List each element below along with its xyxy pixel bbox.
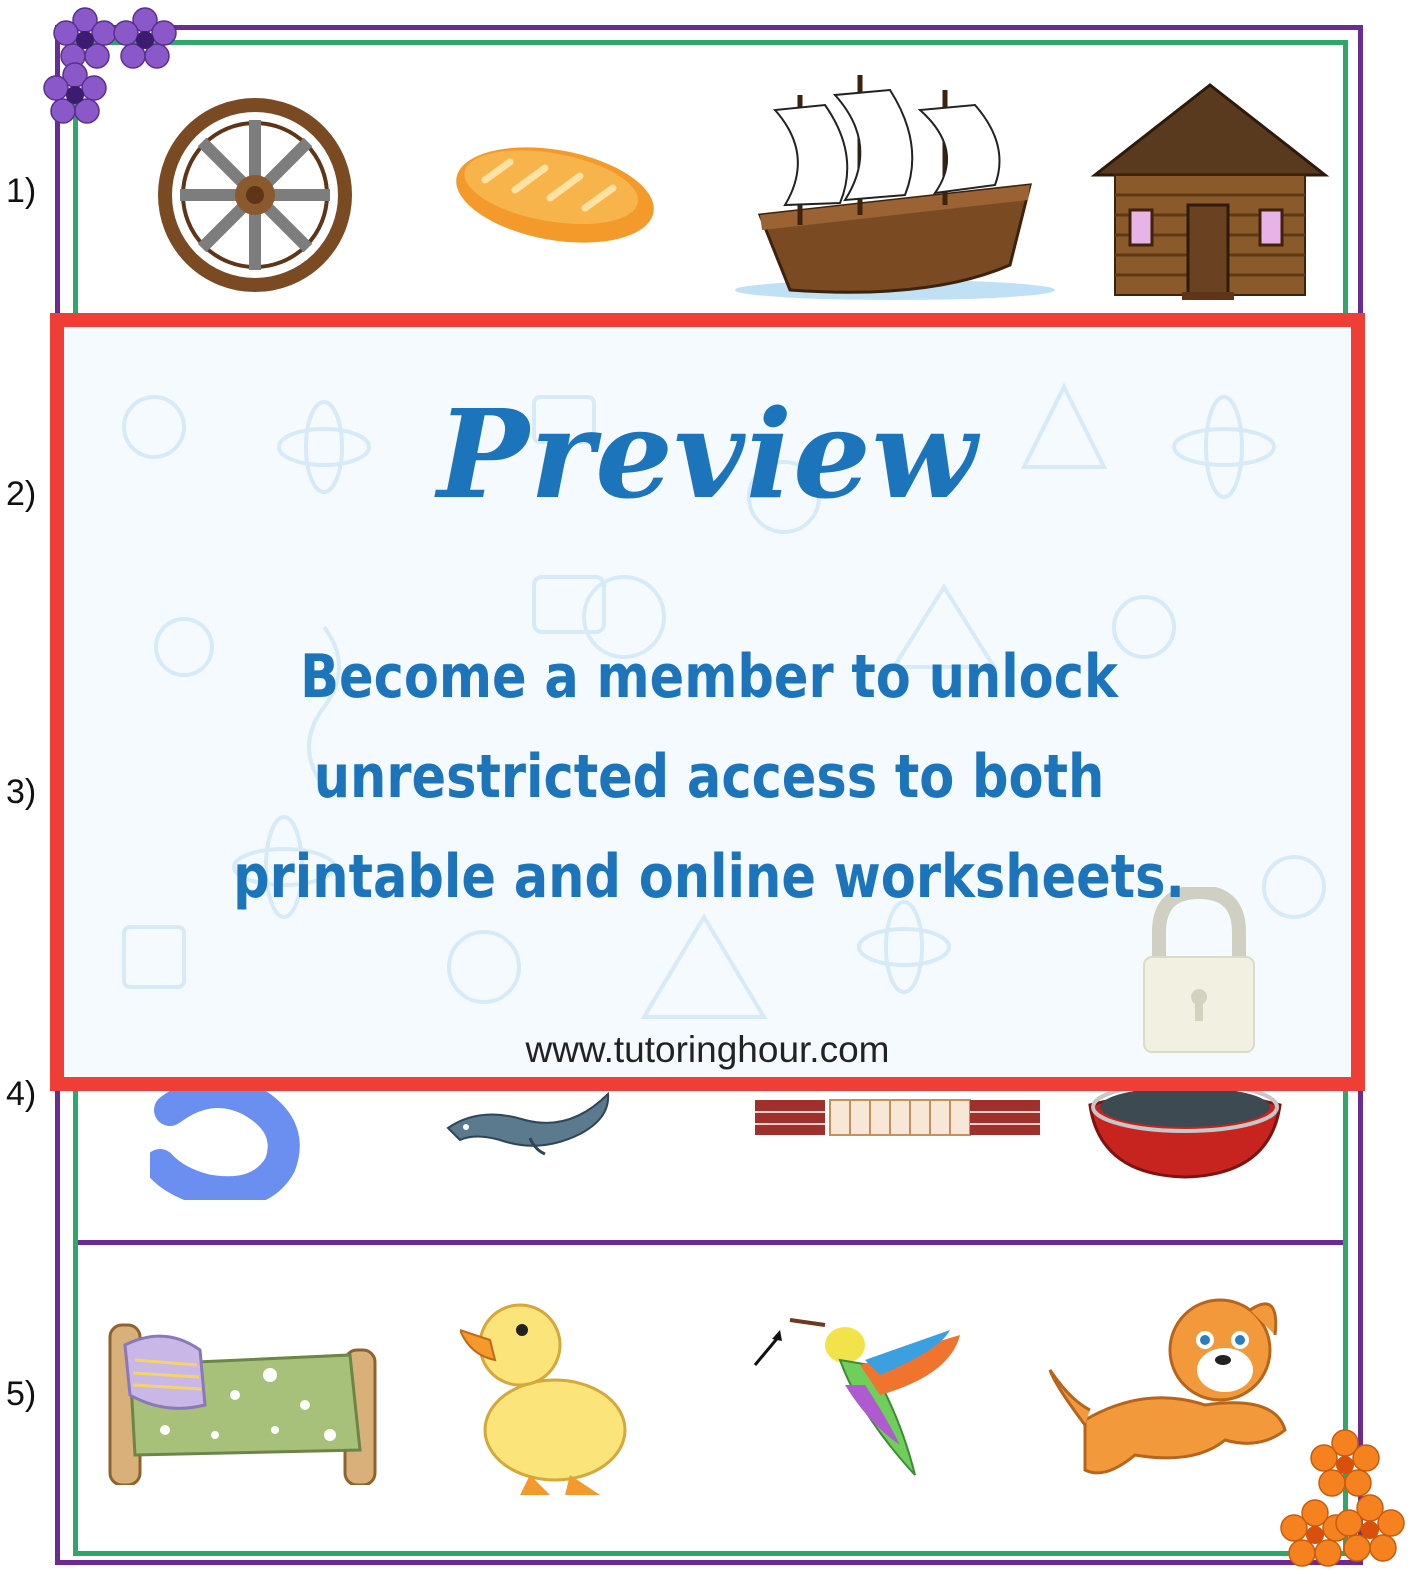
duck-icon bbox=[460, 1303, 627, 1495]
house-icon bbox=[1090, 83, 1330, 300]
row-number-3: 3) bbox=[6, 773, 37, 811]
bed-icon bbox=[108, 1323, 377, 1485]
wall-icon bbox=[755, 1099, 1040, 1136]
row-divider bbox=[78, 1240, 1343, 1245]
number-5-icon bbox=[150, 1080, 300, 1200]
row-number-5: 5) bbox=[6, 1375, 37, 1413]
membership-message: Become a member to unlock unrestricted a… bbox=[233, 642, 1185, 912]
row-number-2: 2) bbox=[6, 475, 37, 513]
wheel-icon bbox=[158, 98, 352, 292]
bread-icon bbox=[456, 147, 654, 243]
pan-icon bbox=[1088, 1085, 1282, 1179]
puppy-icon bbox=[1048, 1298, 1287, 1475]
row-number-1: 1) bbox=[6, 172, 37, 210]
preview-title: Preview bbox=[437, 382, 978, 526]
preview-overlay: Preview Become a member to unlock unrest… bbox=[50, 313, 1365, 1091]
hummingbird-icon bbox=[753, 1318, 960, 1476]
eel-icon bbox=[446, 1091, 610, 1156]
site-url-link[interactable]: www.tutoringhour.com bbox=[64, 1029, 1351, 1071]
ship-icon bbox=[735, 75, 1055, 300]
row-number-4: 4) bbox=[6, 1075, 37, 1113]
